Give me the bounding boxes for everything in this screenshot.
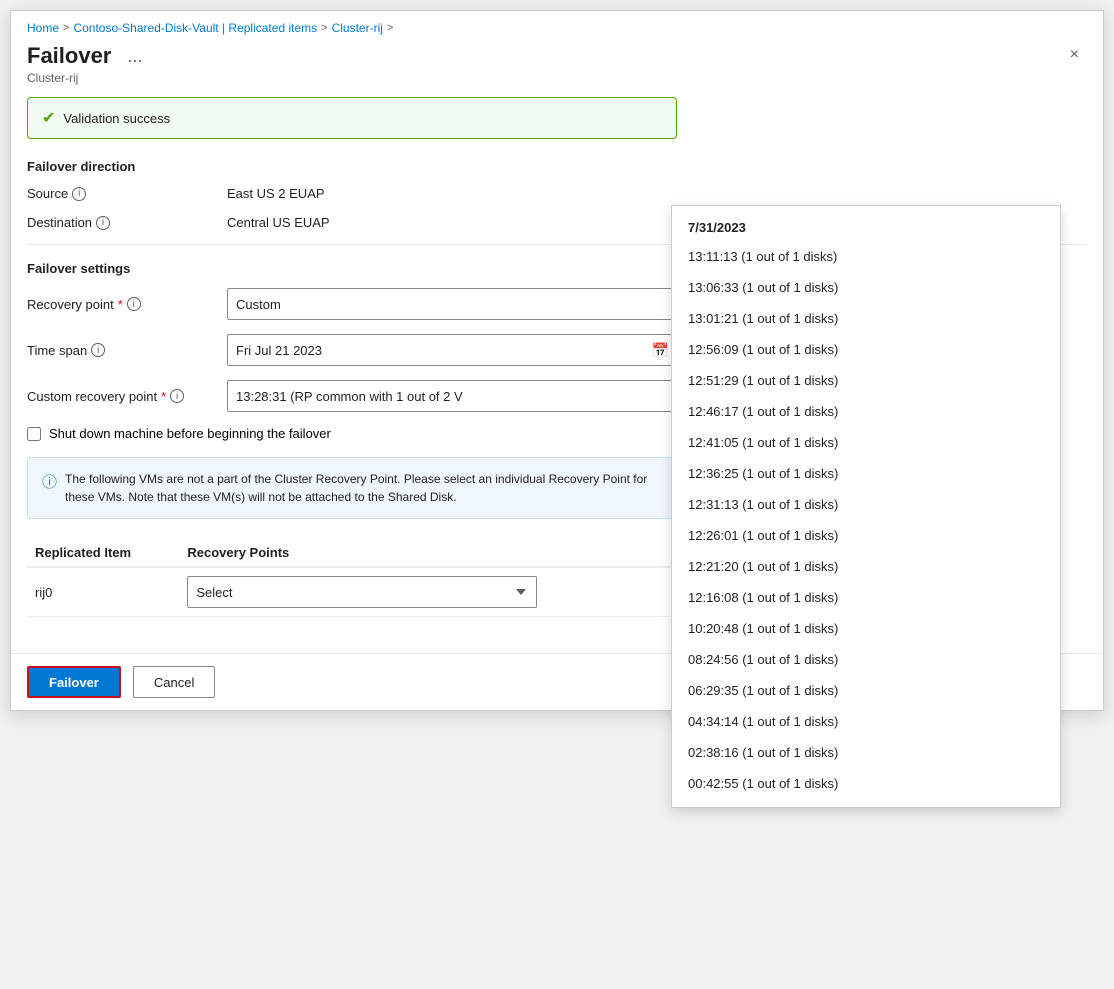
- breadcrumb-vault[interactable]: Contoso-Shared-Disk-Vault | Replicated i…: [73, 21, 317, 35]
- time-span-info-icon[interactable]: i: [91, 343, 105, 357]
- chevron-icon-3: >: [387, 22, 393, 34]
- recovery-point-dropdown-panel[interactable]: 7/31/2023 13:11:13 (1 out of 1 disks)13:…: [671, 205, 1061, 808]
- col-replicated-item: Replicated Item: [27, 539, 179, 567]
- info-banner: ⓘ The following VMs are not a part of th…: [27, 457, 677, 519]
- shutdown-checkbox-row: Shut down machine before beginning the f…: [27, 426, 677, 441]
- custom-rp-info-icon[interactable]: i: [170, 389, 184, 403]
- dropdown-item[interactable]: 10:20:48 (1 out of 1 disks): [672, 613, 1060, 644]
- col-recovery-points: Recovery Points: [179, 539, 677, 567]
- check-icon: ✔: [42, 108, 55, 128]
- select-wrapper: Select: [187, 576, 537, 608]
- validation-banner: ✔ Validation success: [27, 97, 677, 139]
- dropdown-item[interactable]: 12:41:05 (1 out of 1 disks): [672, 427, 1060, 458]
- source-value: East US 2 EUAP: [227, 186, 325, 201]
- dropdown-item[interactable]: 12:46:17 (1 out of 1 disks): [672, 396, 1060, 427]
- dropdown-item[interactable]: 12:26:01 (1 out of 1 disks): [672, 520, 1060, 551]
- time-span-label: Time span i: [27, 343, 227, 358]
- table-row: rij0Select: [27, 567, 677, 617]
- dropdown-item[interactable]: 02:38:16 (1 out of 1 disks): [672, 737, 1060, 768]
- destination-label: Destination i: [27, 215, 227, 230]
- info-banner-text: The following VMs are not a part of the …: [65, 470, 662, 506]
- time-span-input-wrapper: 📅: [227, 334, 677, 366]
- custom-recovery-point-input[interactable]: [227, 380, 677, 412]
- recovery-point-input[interactable]: [227, 288, 677, 320]
- dropdown-item[interactable]: 04:34:14 (1 out of 1 disks): [672, 706, 1060, 737]
- ellipsis-button[interactable]: ...: [121, 44, 148, 69]
- dropdown-date-header: 7/31/2023: [672, 214, 1060, 241]
- dropdown-items-container: 13:11:13 (1 out of 1 disks)13:06:33 (1 o…: [672, 241, 1060, 799]
- recovery-point-info-icon[interactable]: i: [127, 297, 141, 311]
- recovery-point-row: Recovery point * i: [27, 288, 677, 320]
- recovery-point-label: Recovery point * i: [27, 297, 227, 312]
- dropdown-item[interactable]: 13:06:33 (1 out of 1 disks): [672, 272, 1060, 303]
- dropdown-panel-inner[interactable]: 7/31/2023 13:11:13 (1 out of 1 disks)13:…: [672, 206, 1060, 807]
- cancel-button[interactable]: Cancel: [133, 666, 215, 698]
- chevron-icon-2: >: [321, 22, 327, 34]
- failover-direction-title: Failover direction: [27, 159, 1087, 174]
- dropdown-item[interactable]: 12:16:08 (1 out of 1 disks): [672, 582, 1060, 613]
- custom-recovery-point-row: Custom recovery point * i: [27, 380, 677, 412]
- page-title: Failover: [27, 43, 111, 69]
- recovery-points-cell: Select: [179, 567, 677, 617]
- time-span-input[interactable]: [227, 334, 677, 366]
- recovery-point-select[interactable]: Select: [187, 576, 537, 608]
- chevron-icon: >: [63, 22, 69, 34]
- failover-button[interactable]: Failover: [27, 666, 121, 698]
- dropdown-item[interactable]: 06:29:35 (1 out of 1 disks): [672, 675, 1060, 706]
- replicated-table: Replicated Item Recovery Points rij0Sele…: [27, 539, 677, 617]
- dropdown-item[interactable]: 12:36:25 (1 out of 1 disks): [672, 458, 1060, 489]
- breadcrumb-cluster[interactable]: Cluster-rij: [332, 21, 383, 35]
- panel-header: Failover ... Cluster-rij ×: [11, 39, 1103, 97]
- destination-info-icon[interactable]: i: [96, 216, 110, 230]
- title-row: Failover ...: [27, 43, 148, 69]
- custom-rp-required: *: [161, 389, 166, 404]
- custom-recovery-point-label: Custom recovery point * i: [27, 389, 227, 404]
- shutdown-checkbox[interactable]: [27, 427, 41, 441]
- header-left: Failover ... Cluster-rij: [27, 43, 148, 85]
- dropdown-item[interactable]: 12:21:20 (1 out of 1 disks): [672, 551, 1060, 582]
- page-subtitle: Cluster-rij: [27, 71, 148, 85]
- dropdown-item[interactable]: 00:42:55 (1 out of 1 disks): [672, 768, 1060, 799]
- validation-text: Validation success: [63, 111, 170, 126]
- content-area: ✔ Validation success Failover direction …: [11, 97, 1103, 653]
- dropdown-item[interactable]: 13:01:21 (1 out of 1 disks): [672, 303, 1060, 334]
- dropdown-item[interactable]: 12:51:29 (1 out of 1 disks): [672, 365, 1060, 396]
- replicated-item-cell: rij0: [27, 567, 179, 617]
- source-row: Source i East US 2 EUAP: [27, 186, 677, 201]
- breadcrumb-home[interactable]: Home: [27, 21, 59, 35]
- close-button[interactable]: ×: [1062, 43, 1087, 67]
- breadcrumb: Home > Contoso-Shared-Disk-Vault | Repli…: [11, 11, 1103, 39]
- dropdown-item[interactable]: 13:11:13 (1 out of 1 disks): [672, 241, 1060, 272]
- shutdown-checkbox-label[interactable]: Shut down machine before beginning the f…: [49, 426, 331, 441]
- dropdown-item[interactable]: 12:56:09 (1 out of 1 disks): [672, 334, 1060, 365]
- calendar-icon[interactable]: 📅: [652, 342, 669, 359]
- time-span-row: Time span i 📅: [27, 334, 677, 366]
- destination-row: Destination i Central US EUAP: [27, 215, 677, 230]
- recovery-point-required: *: [118, 297, 123, 312]
- destination-value: Central US EUAP: [227, 215, 330, 230]
- dropdown-item[interactable]: 08:24:56 (1 out of 1 disks): [672, 644, 1060, 675]
- source-info-icon[interactable]: i: [72, 187, 86, 201]
- source-label: Source i: [27, 186, 227, 201]
- dropdown-item[interactable]: 12:31:13 (1 out of 1 disks): [672, 489, 1060, 520]
- info-banner-icon: ⓘ: [42, 471, 57, 506]
